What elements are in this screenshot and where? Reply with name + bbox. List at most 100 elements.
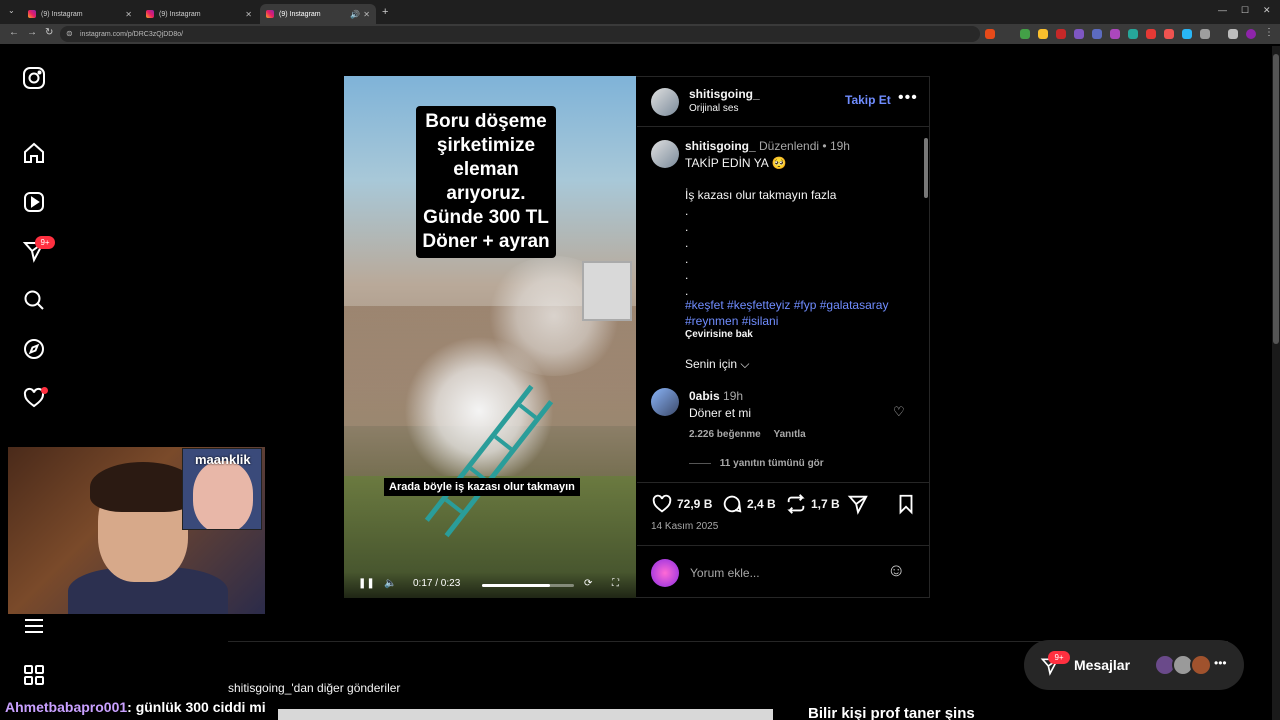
extension-icon[interactable] [1146,29,1156,39]
volume-icon[interactable]: 🔈 [384,578,396,589]
close-tab-icon[interactable]: ✕ [363,10,370,19]
extension-icon[interactable] [1056,29,1066,39]
menu-kebab-icon[interactable]: ⋮ [1264,27,1274,38]
view-replies-label: 11 yanıtın tümünü gör [719,458,824,469]
webcam-label: maanklik [195,452,251,467]
extension-icon[interactable] [1182,29,1192,39]
post-thumbnail[interactable] [278,709,773,720]
author-username[interactable]: shitisgoing_ [689,87,760,101]
webcam-scene [90,462,196,512]
new-tab-icon[interactable]: + [382,6,388,18]
search-icon[interactable] [22,288,46,312]
comment-header: 0abis 19h [689,389,743,403]
browser-tab-1[interactable]: (9) Instagram ✕ [22,4,138,24]
messages-label: Mesajlar [1074,657,1131,673]
share-button[interactable] [847,493,869,515]
extension-icon[interactable] [1038,29,1048,39]
back-icon[interactable]: ← [9,27,19,38]
more-options-icon[interactable]: ••• [898,89,918,107]
comment-likes[interactable]: 2.226 beğenme [689,429,761,440]
extensions-puzzle-icon[interactable] [1200,29,1210,39]
extension-icon[interactable] [1074,29,1084,39]
more-posts-heading[interactable]: shitisgoing_'dan diğer gönderiler [228,681,400,695]
pause-icon[interactable]: ❚❚ [358,578,375,589]
repost-count: 1,7 B [811,497,840,511]
author-avatar[interactable] [651,88,679,116]
share-send-icon [847,495,868,515]
maximize-icon[interactable]: ☐ [1241,5,1249,16]
extension-icon[interactable] [985,29,995,39]
screen: ⌄ (9) Instagram ✕ (9) Instagram ✕ (9) In… [0,0,1280,720]
emoji-icon[interactable]: ☺ [887,560,905,581]
close-tab-icon[interactable]: ✕ [245,10,252,19]
explore-compass-icon[interactable] [22,337,46,361]
post-video[interactable]: Boru döşeme şirketimize eleman arıyoruz.… [344,76,636,598]
minimize-icon[interactable]: — [1218,5,1227,15]
notification-dot [41,387,48,394]
close-tab-icon[interactable]: ✕ [125,10,132,19]
extension-icon[interactable] [1128,29,1138,39]
page-scrollbar[interactable] [1272,46,1280,720]
view-replies-button[interactable]: 11 yanıtın tümünü gör [689,458,824,469]
also-from-meta-icon[interactable] [22,663,46,687]
home-icon[interactable] [22,141,46,165]
video-controls: ❚❚ 🔈 0:17 / 0:23 ⟳ ⛶ [344,572,636,598]
scrollbar-thumb[interactable] [924,138,928,198]
fullscreen-icon[interactable]: ⛶ [612,578,619,589]
for-you-label: Senin için [685,357,738,371]
post-header: shitisgoing_ Orijinal ses Takip Et ••• [637,77,929,127]
like-button[interactable]: 72,9 B [651,493,712,515]
extension-icon[interactable] [1110,29,1120,39]
audio-playing-icon[interactable]: 🔊 [350,10,360,19]
instagram-logo-icon[interactable] [22,66,46,90]
scrollbar-thumb[interactable] [1273,54,1279,344]
close-window-icon[interactable]: ✕ [1263,5,1271,16]
comments-scrollbar[interactable] [923,130,929,480]
instagram-favicon-icon [146,10,154,18]
messages-pill[interactable]: 9+ Mesajlar ••• [1024,640,1244,690]
repost-button[interactable]: 1,7 B [785,493,840,515]
reload-icon[interactable]: ↻ [45,27,53,38]
settings-icon[interactable]: ⟳ [584,578,592,589]
video-overlay-text: Boru döşeme şirketimize eleman arıyoruz.… [416,106,556,258]
chat-text: : günlük 300 ciddi mi [127,699,266,715]
extension-icon[interactable] [1092,29,1102,39]
commenter-avatar[interactable] [651,388,679,416]
video-progress-fill [482,584,551,587]
caption-hashtags[interactable]: #keşfet #keşfetteyiz #fyp #galatasaray #… [685,297,905,329]
video-time: 0:17 / 0:23 [413,578,461,589]
browser-tab-2[interactable]: (9) Instagram ✕ [140,4,258,24]
tab-search-icon[interactable]: ⌄ [8,6,15,15]
address-bar[interactable]: ⊜ instagram.com/p/DRC3zQjDD8o/ [60,26,980,42]
extension-icon[interactable] [1164,29,1174,39]
browser-tab-3-active[interactable]: (9) Instagram 🔊 ✕ [260,4,376,24]
profile-avatar-icon[interactable] [1246,29,1256,39]
url-text: instagram.com/p/DRC3zQjDD8o/ [80,30,184,38]
caption-avatar[interactable] [651,140,679,168]
comment-input[interactable]: Yorum ekle... [690,566,760,580]
extension-icon[interactable] [1020,29,1030,39]
bookmark-icon [899,494,913,515]
audio-label[interactable]: Orijinal ses [689,103,738,114]
commenter-username[interactable]: 0abis [689,389,720,403]
post-date: 14 Kasım 2025 [651,521,719,532]
forward-icon[interactable]: → [27,27,37,38]
site-info-icon[interactable]: ⊜ [66,29,73,38]
save-button[interactable] [895,493,917,515]
more-icon[interactable]: ••• [1214,656,1227,670]
caption-time: 19h [829,139,850,153]
follow-button[interactable]: Takip Et [845,93,891,107]
more-menu-icon[interactable] [22,614,46,638]
comment-like-icon[interactable]: ♡ [893,404,905,420]
reply-button[interactable]: Yanıtla [774,429,806,440]
comments-area[interactable]: shitisgoing_ Düzenlendi • 19h TAKİP EDİN… [637,128,929,480]
notification-badge: 9+ [35,236,55,249]
video-progress-bar[interactable] [482,584,574,587]
caption-username[interactable]: shitisgoing_ [685,139,756,153]
reels-icon[interactable] [22,190,46,214]
tab-title: (9) Instagram [279,10,321,18]
translate-link[interactable]: Çevirisine bak [685,327,905,343]
downloads-icon[interactable] [1228,29,1238,39]
for-you-dropdown[interactable]: Senin için ⌵ [685,356,905,372]
comment-button[interactable]: 2,4 B [721,493,776,515]
